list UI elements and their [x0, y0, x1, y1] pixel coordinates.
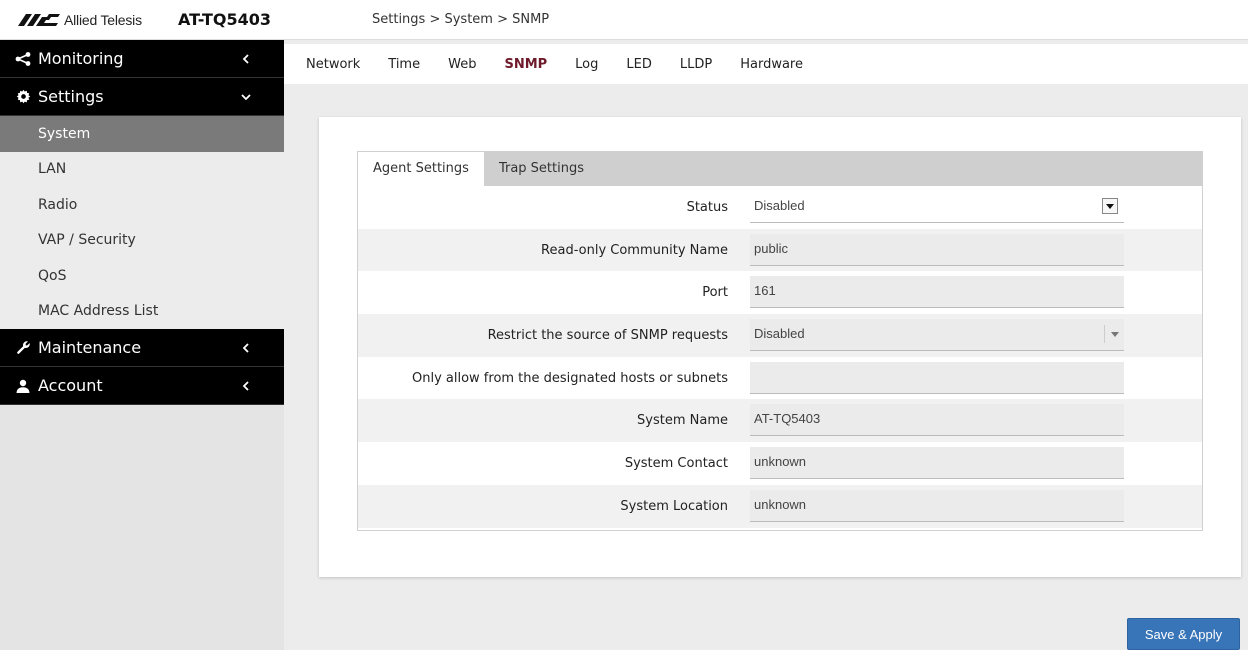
gear-icon	[14, 88, 32, 106]
dropdown-arrow-icon	[1102, 198, 1118, 214]
field-label: Restrict the source of SNMP requests	[487, 327, 728, 343]
sidebar-section-label: Maintenance	[38, 338, 142, 357]
sidebar-item-label: VAP / Security	[38, 232, 136, 249]
tab-led[interactable]: LED	[626, 57, 651, 72]
dropdown-arrow-icon	[1104, 325, 1124, 344]
wrench-icon	[14, 339, 32, 357]
tab-snmp[interactable]: SNMP	[504, 57, 547, 72]
subtab-trap-settings[interactable]: Trap Settings	[484, 152, 599, 186]
chevron-left-icon	[240, 380, 252, 392]
breadcrumb: Settings > System > SNMP	[372, 12, 550, 27]
form-row-system-contact: System Contact unknown	[358, 442, 1202, 485]
form-row-status: Status Disabled	[358, 186, 1202, 229]
field-label: Port	[702, 285, 728, 301]
tab-hardware[interactable]: Hardware	[740, 57, 803, 72]
form-row-community: Read-only Community Name public	[358, 228, 1202, 272]
allowed-hosts-input[interactable]	[750, 361, 1124, 394]
main-content: Network Time Web SNMP Log LED LLDP Hardw…	[284, 40, 1248, 650]
sidebar-item-system[interactable]: System	[0, 116, 284, 152]
subtab-agent-settings[interactable]: Agent Settings	[358, 152, 484, 186]
form-row-restrict-source: Restrict the source of SNMP requests Dis…	[358, 314, 1202, 357]
sidebar-section-label: Settings	[38, 87, 104, 106]
field-label: System Name	[637, 413, 728, 429]
form-row-system-location: System Location unknown	[358, 484, 1202, 528]
restrict-source-value: Disabled	[754, 326, 805, 342]
snmp-settings-box: Agent Settings Trap Settings Status Disa…	[357, 151, 1203, 531]
field-label: System Contact	[624, 455, 728, 471]
sidebar-item-radio[interactable]: Radio	[0, 187, 284, 223]
sidebar-item-mac-address-list[interactable]: MAC Address List	[0, 293, 284, 329]
status-select[interactable]: Disabled	[750, 191, 1124, 223]
sidebar-item-qos[interactable]: QoS	[0, 258, 284, 294]
status-value: Disabled	[754, 198, 805, 213]
snmp-panel: Agent Settings Trap Settings Status Disa…	[319, 117, 1241, 577]
sidebar-section-label: Account	[38, 376, 103, 395]
save-apply-button[interactable]: Save & Apply	[1127, 618, 1240, 650]
share-icon	[14, 50, 32, 68]
port-input[interactable]: 161	[750, 276, 1124, 309]
system-location-input[interactable]: unknown	[750, 489, 1124, 522]
sidebar-section-maintenance[interactable]: Maintenance	[0, 329, 284, 367]
community-name-input[interactable]: public	[750, 233, 1124, 266]
sidebar-item-label: QoS	[38, 267, 67, 284]
field-label: Status	[686, 199, 728, 215]
sidebar: Monitoring Settings System LAN Radio VAP…	[0, 40, 284, 650]
form-row-system-name: System Name AT-TQ5403	[358, 399, 1202, 443]
sidebar-item-label: Radio	[38, 196, 78, 213]
sidebar-item-label: System	[38, 125, 91, 142]
sidebar-item-lan[interactable]: LAN	[0, 151, 284, 187]
sidebar-section-account[interactable]: Account	[0, 367, 284, 405]
brand-name: Allied Telesis	[64, 12, 142, 28]
sidebar-item-label: LAN	[38, 161, 67, 178]
chevron-down-icon	[240, 91, 252, 103]
system-contact-input[interactable]: unknown	[750, 447, 1124, 480]
sidebar-item-vap-security[interactable]: VAP / Security	[0, 222, 284, 258]
form-row-port: Port 161	[358, 271, 1202, 314]
sidebar-section-label: Monitoring	[38, 49, 124, 68]
sidebar-item-label: MAC Address List	[38, 303, 159, 320]
sidebar-section-monitoring[interactable]: Monitoring	[0, 40, 284, 78]
top-header: Allied Telesis AT-TQ5403 Settings > Syst…	[0, 0, 1248, 40]
tab-lldp[interactable]: LLDP	[680, 57, 712, 72]
snmp-subtabs: Agent Settings Trap Settings	[358, 152, 1202, 186]
chevron-left-icon	[240, 342, 252, 354]
restrict-source-select[interactable]: Disabled	[750, 319, 1124, 352]
tab-network[interactable]: Network	[306, 57, 360, 72]
user-icon	[14, 377, 32, 395]
tab-time[interactable]: Time	[388, 57, 420, 72]
system-tabs: Network Time Web SNMP Log LED LLDP Hardw…	[284, 44, 1248, 84]
field-label: Read-only Community Name	[541, 242, 728, 258]
chevron-left-icon	[240, 53, 252, 65]
field-label: System Location	[620, 498, 728, 514]
allied-telesis-logo-icon	[18, 14, 60, 26]
tab-log[interactable]: Log	[575, 57, 598, 72]
sidebar-section-settings[interactable]: Settings	[0, 78, 284, 116]
brand-logo: Allied Telesis	[18, 11, 142, 29]
tab-web[interactable]: Web	[448, 57, 476, 72]
field-label: Only allow from the designated hosts or …	[411, 370, 728, 386]
system-name-input[interactable]: AT-TQ5403	[750, 404, 1124, 437]
device-model: AT-TQ5403	[178, 10, 272, 29]
form-row-allowed-hosts: Only allow from the designated hosts or …	[358, 357, 1202, 400]
